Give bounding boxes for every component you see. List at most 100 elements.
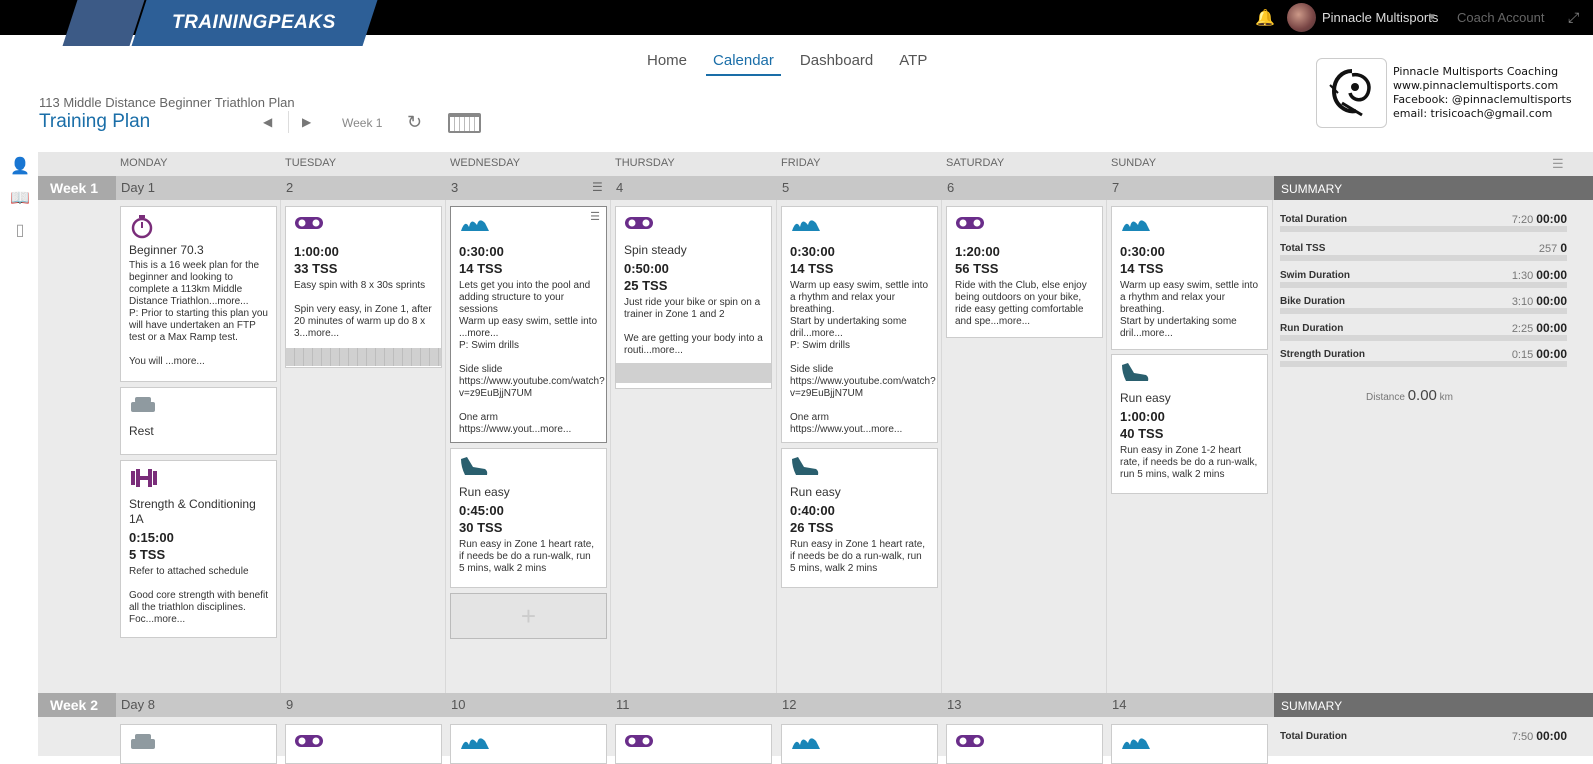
workout-card-swim[interactable] — [450, 724, 607, 764]
summary-completed: 00:00 — [1536, 294, 1567, 308]
column-divider — [776, 176, 777, 696]
previous-week-icon[interactable]: ◀ — [263, 115, 272, 129]
summary-label: Bike Duration — [1280, 296, 1346, 307]
day-header-sunday: SUNDAY — [1111, 157, 1157, 169]
notification-bell-icon[interactable]: 🔔 — [1255, 0, 1275, 35]
athlete-list-icon[interactable]: 👤 — [10, 156, 30, 175]
workout-tss: 25 — [624, 278, 639, 293]
day-header: MONDAY TUESDAY WEDNESDAY THURSDAY FRIDAY… — [38, 152, 1593, 176]
workout-card-strength[interactable]: Strength & Conditioning 1A 0:15:00 5 TSS… — [120, 460, 277, 638]
coach-logo — [1316, 58, 1387, 128]
day-number: 3 — [451, 180, 459, 195]
workout-title: Run easy — [790, 485, 841, 499]
summary-label: Total Duration — [1280, 731, 1348, 742]
workout-tss: 40 — [1120, 426, 1135, 441]
bike-icon — [624, 731, 763, 757]
tss-unit: TSS — [477, 261, 503, 276]
rest-icon — [129, 394, 268, 420]
week-row: Week 1 Day 1 2 3 4 5 6 7 ☰ SUMMARY — [38, 176, 1593, 200]
tab-atp[interactable]: ATP — [892, 50, 934, 76]
workout-card-run[interactable]: Run easy 1:00:00 40 TSS Run easy in Zone… — [1111, 354, 1268, 494]
add-workout-button[interactable]: + — [450, 593, 607, 639]
summary-progress-bar — [1280, 226, 1567, 232]
library-icon[interactable]: 📖 — [10, 188, 30, 207]
next-week-icon[interactable]: ▶ — [302, 115, 311, 129]
day-menu-icon[interactable]: ☰ — [592, 180, 603, 194]
summary-completed: 00:00 — [1536, 212, 1567, 226]
chevron-down-icon[interactable]: ▼ — [1427, 0, 1437, 35]
workout-description: Lets get you into the pool and adding st… — [459, 280, 605, 435]
tab-calendar[interactable]: Calendar — [706, 50, 781, 76]
workout-card-run[interactable]: Run easy 0:45:00 30 TSS Run easy in Zone… — [450, 448, 607, 588]
workout-card-bike[interactable] — [946, 724, 1103, 764]
workout-card-run[interactable]: Run easy 0:40:00 26 TSS Run easy in Zone… — [781, 448, 938, 588]
menu-icon[interactable]: ☰ — [1552, 156, 1564, 172]
tab-home[interactable]: Home — [640, 50, 694, 76]
workout-tss: 56 — [955, 261, 970, 276]
intensity-graph — [616, 363, 771, 383]
run-shoe-icon — [1120, 361, 1259, 387]
summary-label: Swim Duration — [1280, 270, 1351, 281]
day-number: 14 — [1112, 697, 1127, 712]
workout-duration: 0:30:00 — [459, 244, 504, 259]
workout-title: Run easy — [1120, 391, 1171, 405]
workout-card-bike[interactable] — [285, 724, 442, 764]
coach-name: Pinnacle Multisports Coaching — [1393, 65, 1559, 78]
summary-progress-bar — [1280, 282, 1567, 288]
refresh-icon[interactable]: ↻ — [407, 112, 422, 133]
workout-card-bike[interactable]: 1:00:00 33 TSS Easy spin with 8 x 30s sp… — [285, 206, 442, 368]
summary-row: Strength Duration 0:15 00:00 — [1280, 345, 1567, 369]
workout-card-bike[interactable]: 1:20:00 56 TSS Ride with the Club, else … — [946, 206, 1103, 338]
tss-unit: TSS — [808, 520, 834, 535]
calendar-icon[interactable] — [448, 113, 481, 133]
workout-description: Warm up easy swim, settle into a rhythm … — [1120, 280, 1259, 339]
expand-icon[interactable]: ⤢ — [1568, 0, 1579, 35]
day-number: Day 8 — [121, 697, 155, 712]
workout-card-swim[interactable]: 0:30:00 14 TSS Warm up easy swim, settle… — [1111, 206, 1268, 350]
summary-label: Run Duration — [1280, 323, 1344, 334]
coach-info: Pinnacle Multisports Coaching www.pinnac… — [1393, 65, 1572, 121]
summary-label: Strength Duration — [1280, 349, 1365, 360]
tab-dashboard[interactable]: Dashboard — [793, 50, 880, 76]
workout-card-swim[interactable]: ☰ 0:30:00 14 TSS Lets get you into the p… — [450, 206, 607, 443]
workout-card-rest[interactable] — [120, 724, 277, 764]
card-menu-icon[interactable]: ☰ — [590, 211, 600, 223]
coach-account-link[interactable]: Coach Account — [1457, 0, 1544, 35]
workout-card-swim[interactable] — [781, 724, 938, 764]
summary-completed: 0 — [1560, 241, 1567, 255]
workout-card-swim[interactable]: 0:30:00 14 TSS Warm up easy swim, settle… — [781, 206, 938, 443]
summary-row: Total Duration 7:20 00:00 — [1280, 210, 1567, 234]
bike-icon — [624, 213, 763, 239]
avatar[interactable] — [1287, 3, 1316, 32]
workout-description: Ride with the Club, else enjoy being out… — [955, 280, 1087, 327]
swim-icon — [790, 213, 929, 239]
workout-card-beginner[interactable]: Beginner 70.3 This is a 16 week plan for… — [120, 206, 277, 382]
summary-progress-bar — [1280, 255, 1567, 261]
run-shoe-icon — [790, 455, 929, 481]
workout-card-rest[interactable]: Rest — [120, 387, 277, 455]
day-number: 9 — [286, 697, 294, 712]
workout-card-bike[interactable] — [615, 724, 772, 764]
summary-progress-bar — [1280, 361, 1567, 367]
account-name[interactable]: Pinnacle Multisports — [1322, 0, 1438, 35]
summary-planned: 0:15 — [1511, 349, 1534, 361]
tss-unit: TSS — [1138, 261, 1164, 276]
workout-card-bike[interactable]: Spin steady 0:50:00 25 TSS Just ride you… — [615, 206, 772, 389]
workout-title: Run easy — [459, 485, 510, 499]
coach-facebook: Facebook: @pinnaclemultisports — [1393, 93, 1572, 106]
swim-icon — [459, 213, 598, 239]
notes-icon[interactable]: ▯ — [10, 220, 30, 239]
summary-progress-bar — [1280, 308, 1567, 314]
day-header-saturday: SATURDAY — [946, 157, 1005, 169]
workout-card-swim[interactable] — [1111, 724, 1268, 764]
summary-planned: 7:20 — [1511, 214, 1534, 226]
workout-duration: 0:30:00 — [790, 244, 835, 259]
workout-duration: 1:20:00 — [955, 244, 1000, 259]
summary-planned: 1:30 — [1511, 270, 1534, 282]
workout-duration: 0:40:00 — [790, 503, 835, 518]
logo[interactable]: TRAININGPEAKS — [60, 0, 378, 46]
bike-icon — [955, 731, 1094, 757]
summary-header: SUMMARY — [1274, 693, 1593, 717]
summary-row: Bike Duration 3:10 00:00 — [1280, 292, 1567, 316]
summary-planned: 257 — [1538, 243, 1558, 255]
